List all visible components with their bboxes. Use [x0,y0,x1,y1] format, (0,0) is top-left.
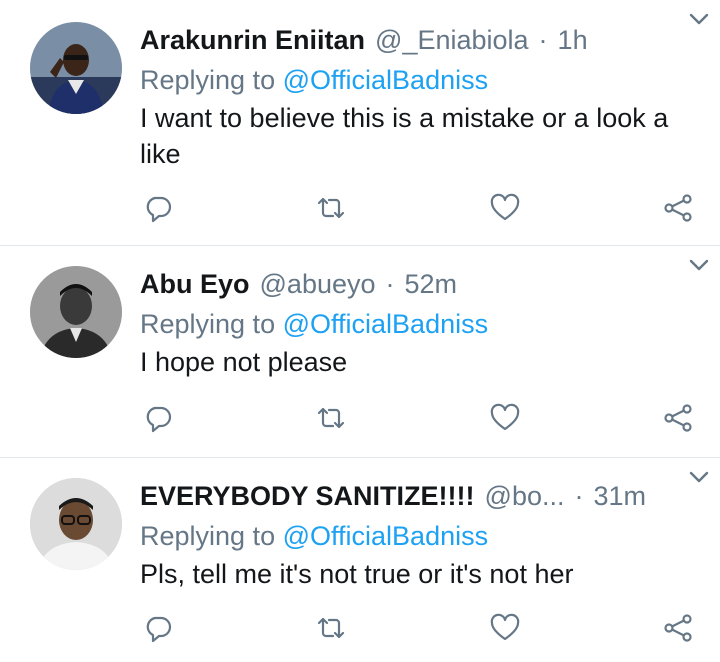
reply-button[interactable] [140,610,176,646]
mention-link[interactable]: @OfficialBadniss [283,65,489,95]
timestamp[interactable]: 31m [593,478,646,514]
tweet-header: Arakunrin Eniitan @_Eniabiola · 1h [140,22,696,58]
tweet-content: EVERYBODY SANITIZE!!!! @bo... · 31m Repl… [140,478,696,592]
tweet-content: Abu Eyo @abueyo · 52m Replying to @Offic… [140,266,696,380]
share-button[interactable] [660,190,696,226]
tweet-actions [140,610,696,646]
timestamp[interactable]: 1h [558,22,588,58]
tweet-text: I want to believe this is a mistake or a… [140,103,669,169]
share-icon [664,194,692,222]
retweet-icon [318,197,345,219]
avatar[interactable] [30,266,122,358]
chevron-down-icon[interactable] [684,4,714,34]
retweet-icon [318,407,345,429]
timestamp[interactable]: 52m [405,266,458,302]
retweet-button[interactable] [313,190,349,226]
retweet-button[interactable] [313,400,349,436]
replying-to: Replying to @OfficialBadniss [140,306,696,342]
share-button[interactable] [660,610,696,646]
mention-link[interactable]: @OfficialBadniss [283,309,489,339]
avatar[interactable] [30,478,122,570]
tweet-header: Abu Eyo @abueyo · 52m [140,266,696,302]
heart-icon [490,613,519,641]
tweet-header: EVERYBODY SANITIZE!!!! @bo... · 31m [140,478,696,514]
tweet-content: Arakunrin Eniitan @_Eniabiola · 1h Reply… [140,22,696,172]
share-icon [664,614,692,642]
chevron-down-icon[interactable] [684,462,714,492]
retweet-icon [318,617,345,639]
replying-to: Replying to @OfficialBadniss [140,518,696,554]
share-icon [664,404,692,432]
avatar[interactable] [30,22,122,114]
separator: · [538,25,548,55]
reply-icon [146,196,172,223]
like-button[interactable] [487,400,523,436]
separator: · [385,269,395,299]
tweet-actions [140,190,696,226]
like-button[interactable] [487,610,523,646]
replying-prefix: Replying to [140,309,276,339]
retweet-button[interactable] [313,610,349,646]
chevron-down-icon[interactable] [684,250,714,280]
reply-icon [146,616,172,643]
like-button[interactable] [487,190,523,226]
author-handle[interactable]: @bo... [485,478,565,514]
author-name[interactable]: EVERYBODY SANITIZE!!!! [140,478,475,514]
mention-link[interactable]: @OfficialBadniss [283,521,489,551]
tweet-text: Pls, tell me it's not true or it's not h… [140,559,574,589]
heart-icon [490,403,519,431]
reply-button[interactable] [140,400,176,436]
heart-icon [490,193,519,221]
separator: · [574,481,584,511]
reply-button[interactable] [140,190,176,226]
share-button[interactable] [660,400,696,436]
replying-prefix: Replying to [140,521,276,551]
reply-icon [146,406,172,433]
replying-prefix: Replying to [140,65,276,95]
author-name[interactable]: Arakunrin Eniitan [140,22,365,58]
replying-to: Replying to @OfficialBadniss [140,62,696,98]
tweet-actions [140,400,696,436]
author-handle[interactable]: @_Eniabiola [375,22,529,58]
author-name[interactable]: Abu Eyo [140,266,250,302]
author-handle[interactable]: @abueyo [260,266,376,302]
tweet-text: I hope not please [140,347,348,377]
